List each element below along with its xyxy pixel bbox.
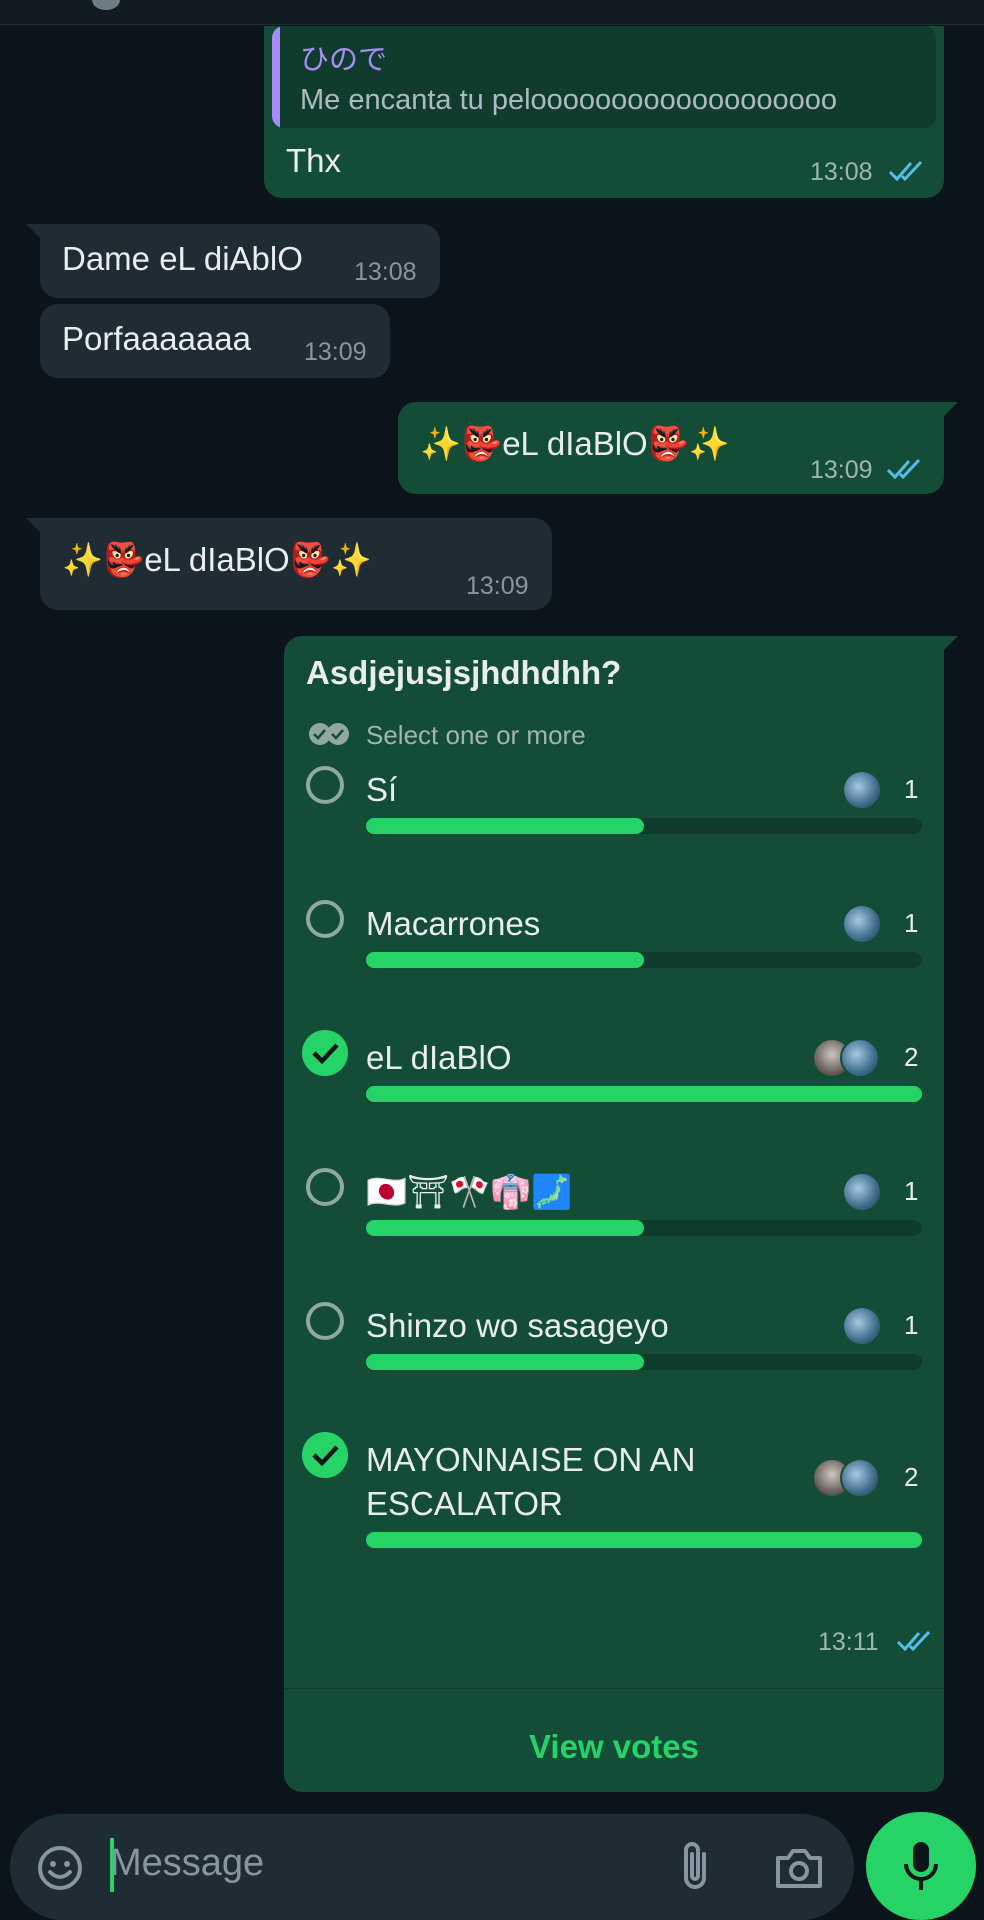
message-text: Porfaaaaaaa: [62, 320, 251, 357]
poll-option-label: Shinzo wo sasageyo: [366, 1307, 669, 1344]
message-composer[interactable]: Message: [10, 1814, 854, 1920]
goblin-icon: 👺: [461, 424, 503, 463]
message-input[interactable]: Message: [110, 1842, 264, 1885]
poll-option-label: eL dIaBlO: [366, 1039, 512, 1076]
poll-subtitle: Select one or more: [366, 720, 586, 750]
vote-count: 1: [904, 1310, 919, 1340]
message-text: eL dIaBlO: [502, 425, 648, 462]
poll-option-label: Sí: [366, 771, 398, 808]
message-text-row: ✨👺eL dIaBlO👺✨: [62, 540, 372, 580]
vote-progress-fill: [366, 1220, 644, 1236]
quote-author: ひので: [300, 44, 388, 76]
vote-progress-fill: [366, 818, 644, 834]
top-header-edge: [0, 0, 984, 25]
checked-circle-icon[interactable]: [302, 1432, 348, 1478]
vote-progress-fill: [366, 1354, 644, 1370]
checked-circle-icon[interactable]: [302, 1030, 348, 1076]
vote-progress-track: [366, 1532, 922, 1548]
mic-button[interactable]: [866, 1812, 976, 1920]
message-time: 13:08: [354, 258, 417, 286]
voter-avatar: [840, 1038, 880, 1078]
message-incoming-1[interactable]: Dame eL diAblO 13:08: [26, 224, 440, 298]
double-check-read-icon: [886, 458, 921, 480]
poll-bubble[interactable]: Asdjejusjsjhdhdhh? Select one or more Sí…: [284, 636, 958, 1792]
vote-progress-fill: [366, 952, 644, 968]
message-incoming-2[interactable]: Porfaaaaaaa 13:09: [40, 304, 390, 378]
vote-count: 1: [904, 1176, 919, 1206]
message-text: Dame eL diAblO: [62, 240, 303, 277]
unchecked-circle-icon[interactable]: [306, 1168, 344, 1206]
voter-avatar: [842, 1306, 882, 1346]
message-text-row: ✨👺eL dIaBlO👺✨: [420, 424, 730, 464]
unchecked-circle-icon[interactable]: [306, 766, 344, 804]
vote-progress-track: [366, 818, 922, 834]
quoted-message[interactable]: ひので Me encanta tu pelooooooooooooooooooo: [272, 26, 936, 128]
emoji-icon[interactable]: [36, 1844, 84, 1892]
message-incoming-3[interactable]: ✨👺eL dIaBlO👺✨ 13:09: [26, 518, 552, 610]
goblin-icon: 👺: [103, 540, 145, 579]
sparkle-icon: ✨: [420, 424, 462, 463]
message-text: eL dIaBlO: [144, 541, 290, 578]
contact-avatar[interactable]: [92, 0, 120, 10]
view-votes-button[interactable]: View votes: [284, 1692, 944, 1812]
message-time: 13:08: [810, 158, 873, 186]
quote-accent-bar: [272, 26, 280, 128]
poll-question: Asdjejusjsjhdhdhh?: [306, 654, 622, 691]
poll-divider: [284, 1688, 944, 1689]
vote-count: 2: [904, 1042, 919, 1072]
unchecked-circle-icon[interactable]: [306, 1302, 344, 1340]
mic-icon: [904, 1842, 938, 1890]
message-text: Thx: [286, 142, 342, 179]
sparkle-icon: ✨: [62, 540, 104, 579]
double-check-read-icon: [888, 160, 923, 182]
message-time: 13:09: [466, 572, 529, 600]
quote-text: Me encanta tu pelooooooooooooooooooo: [300, 84, 837, 116]
vote-progress-fill: [366, 1532, 922, 1548]
camera-icon[interactable]: [774, 1846, 824, 1890]
vote-count: 2: [904, 1462, 919, 1492]
voter-avatar: [842, 1172, 882, 1212]
voter-avatar: [840, 1458, 880, 1498]
voter-avatar: [842, 904, 882, 944]
vote-progress-track: [366, 1220, 922, 1236]
vote-progress-track: [366, 1086, 922, 1102]
goblin-icon: 👺: [647, 424, 689, 463]
double-check-circle-icon: [309, 723, 349, 745]
message-outgoing-2[interactable]: ✨👺eL dIaBlO👺✨ 13:09: [398, 402, 958, 494]
vote-progress-fill: [366, 1086, 922, 1102]
message-reply-bubble[interactable]: ひので Me encanta tu pelooooooooooooooooooo…: [264, 26, 944, 198]
vote-count: 1: [904, 908, 919, 938]
message-time: 13:09: [304, 338, 367, 366]
vote-count: 1: [904, 774, 919, 804]
voter-avatar: [842, 770, 882, 810]
vote-progress-track: [366, 1354, 922, 1370]
poll-option-label: MAYONNAISE ON AN ESCALATOR: [366, 1441, 696, 1522]
poll-option-label: 🇯🇵⛩🎌👘🗾: [366, 1173, 573, 1210]
goblin-icon: 👺: [289, 540, 331, 579]
vote-progress-track: [366, 952, 922, 968]
sparkle-icon: ✨: [688, 424, 730, 463]
unchecked-circle-icon[interactable]: [306, 900, 344, 938]
poll-time: 13:11: [818, 1628, 879, 1656]
message-time: 13:09: [810, 456, 873, 484]
double-check-read-icon: [896, 1630, 931, 1652]
sparkle-icon: ✨: [330, 540, 372, 579]
poll-option-label: Macarrones: [366, 905, 541, 942]
attach-icon[interactable]: [676, 1840, 716, 1894]
